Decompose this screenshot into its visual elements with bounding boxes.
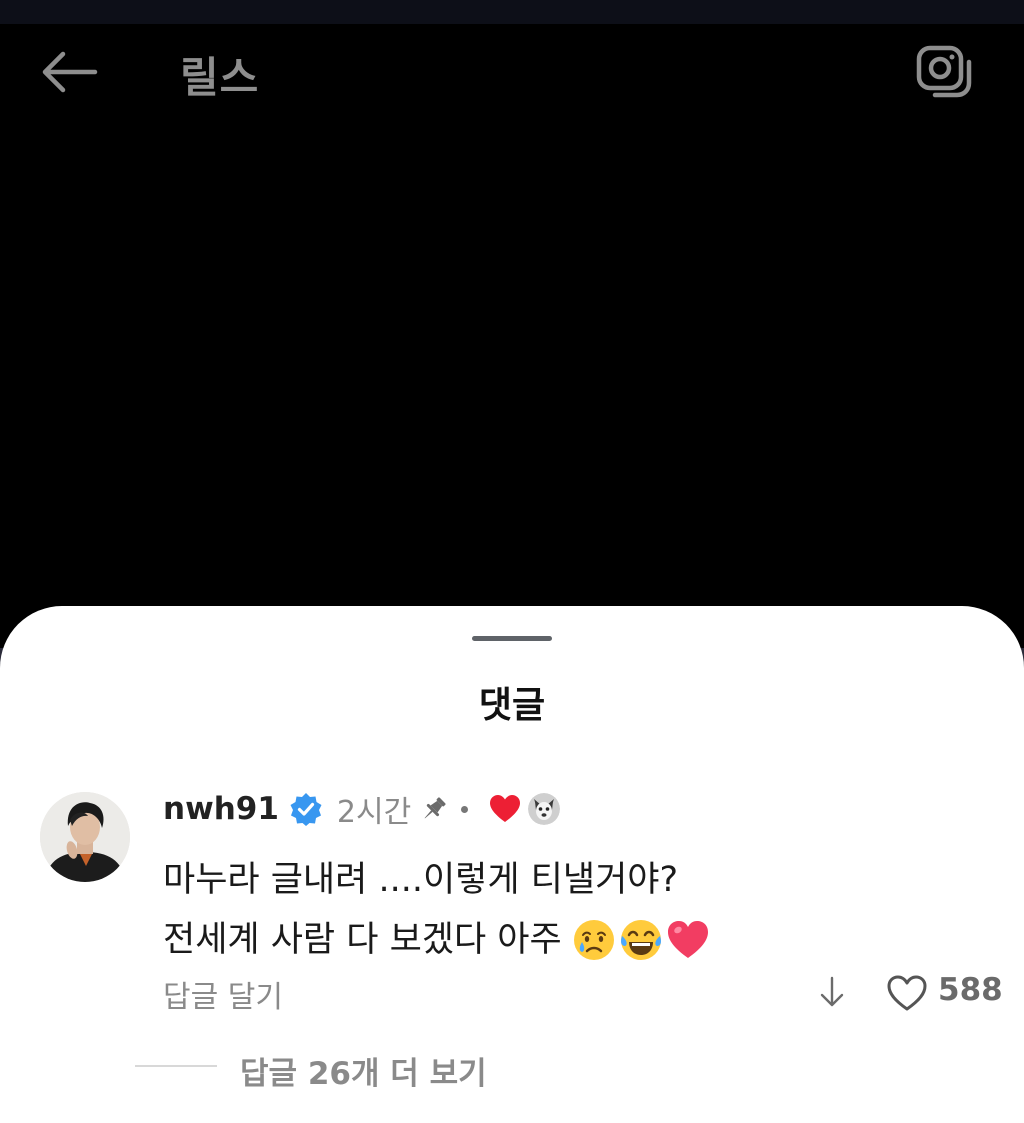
camera-button[interactable] [910,40,980,102]
back-button[interactable] [34,46,104,98]
creator-avatar [528,793,561,825]
heart-outline-icon [887,975,927,1011]
comment-text-line-2-text: 전세계 사람 다 보겠다 아주 [163,920,562,960]
reel-video-area[interactable] [0,120,1024,660]
status-bar [0,0,1024,24]
separator-dot [461,805,469,813]
comment-text-line-2: 전세계 사람 다 보겠다 아주 [163,910,943,970]
comments-sheet: 댓글 nwh91 2시간 마누라 글내려 ....이렇게 티낼거야? 전세계 사… [0,606,1024,1123]
like-count: 588 [938,972,1003,1008]
pin-icon [419,794,449,824]
translate-button[interactable] [812,972,852,1012]
arrow-left-icon [42,51,98,93]
page-title: 릴스 [180,53,260,102]
sheet-drag-handle[interactable] [472,636,552,641]
comment-header: nwh91 2시간 [163,784,561,834]
creator-liked-heart-icon [488,792,522,826]
sheet-title: 댓글 [478,685,546,726]
replies-divider-line [135,1065,217,1067]
tears-of-joy-emoji-icon [619,918,663,962]
view-more-replies-button[interactable]: 답글 26개 더 보기 [240,1048,487,1093]
like-button[interactable] [884,970,930,1016]
arrow-down-icon [820,976,844,1007]
top-bar: 릴스 [0,24,1024,120]
profile-photo [40,792,130,882]
comment-time: 2시간 [336,795,412,830]
avatar[interactable] [40,792,130,882]
comment-text: 마누라 글내려 ....이렇게 티낼거야? 전세계 사람 다 보겠다 아주 [163,850,943,970]
comment-text-line-1: 마누라 글내려 ....이렇게 티낼거야? [163,860,679,900]
emoji-group [572,918,713,962]
comment-username[interactable]: nwh91 [163,791,279,827]
crying-face-emoji-icon [572,918,616,962]
verified-badge-icon [289,792,323,826]
camera-icon [916,45,972,98]
reply-button[interactable]: 답글 달기 [163,972,283,1016]
red-heart-emoji-icon [666,918,710,962]
